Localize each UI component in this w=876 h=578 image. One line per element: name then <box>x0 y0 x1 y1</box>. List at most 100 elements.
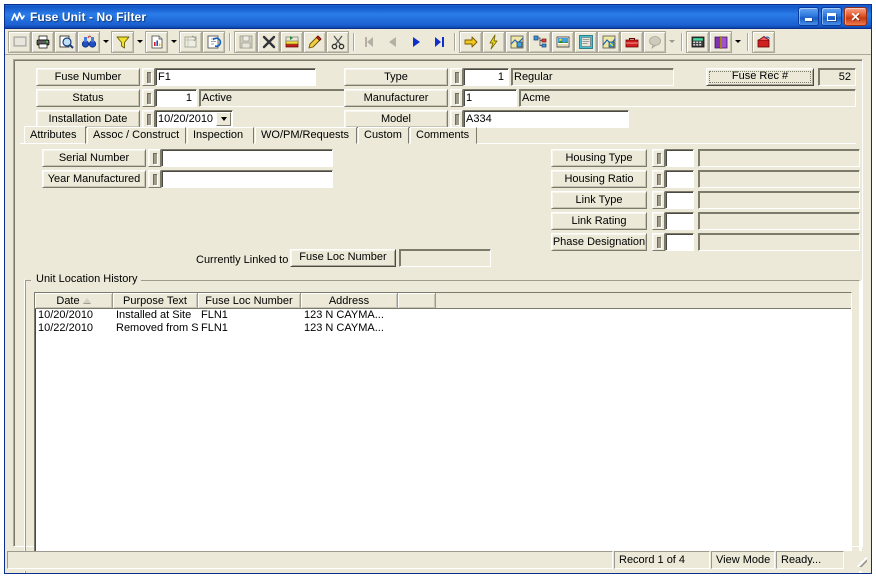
help-book-button[interactable] <box>709 30 732 53</box>
quick-action-button[interactable] <box>482 30 505 53</box>
link-rating-label: Link Rating <box>551 212 647 230</box>
calculator-button[interactable] <box>686 30 709 53</box>
goto-button[interactable] <box>459 30 482 53</box>
save-button[interactable] <box>234 30 257 53</box>
col-date[interactable]: Date <box>35 293 113 308</box>
table-row[interactable]: 10/20/2010 Installed at Site FLN1 123 N … <box>35 309 851 322</box>
status-bar: Record 1 of 4 View Mode Ready... <box>7 551 869 571</box>
edit-button[interactable] <box>303 30 326 53</box>
archive-button[interactable] <box>574 30 597 53</box>
tab-inspection[interactable]: Inspection <box>187 127 254 144</box>
tab-comments[interactable]: Comments <box>410 127 477 144</box>
link-rating-lookup-button[interactable] <box>652 212 665 230</box>
link-type-code-input[interactable] <box>665 191 694 209</box>
status-lookup-button[interactable] <box>142 89 155 107</box>
waveform-icon <box>10 9 26 25</box>
col-date-label: Date <box>56 294 80 307</box>
balloon-button[interactable] <box>643 30 666 53</box>
toolbox-button[interactable] <box>620 30 643 53</box>
phase-designation-lookup-button[interactable] <box>652 233 665 251</box>
maximize-button[interactable] <box>821 7 842 26</box>
unit-location-history-grid[interactable]: Date Purpose Text Fuse Loc Number Addres… <box>34 292 852 566</box>
hierarchy-button[interactable] <box>528 30 551 53</box>
status-code-input[interactable]: 1 <box>155 89 197 107</box>
tab-wo-pm-requests[interactable]: WO/PM/Requests <box>255 127 357 144</box>
screen-button[interactable] <box>8 30 31 53</box>
paint-button[interactable] <box>597 30 620 53</box>
cell-loc: FLN1 <box>201 322 228 334</box>
serial-number-lookup-button[interactable] <box>148 149 161 167</box>
close-button[interactable]: ✕ <box>844 7 867 26</box>
properties-button[interactable] <box>179 30 202 53</box>
fuse-number-input[interactable]: F1 <box>155 68 316 86</box>
report-button[interactable] <box>145 30 168 53</box>
balloon-dropdown-arrow[interactable] <box>666 31 677 53</box>
delete-button[interactable] <box>257 30 280 53</box>
previous-record-button[interactable] <box>381 31 404 53</box>
col-purpose-text[interactable]: Purpose Text <box>113 293 198 308</box>
next-record-button[interactable] <box>404 31 427 53</box>
housing-type-label: Housing Type <box>551 149 647 167</box>
map-button[interactable] <box>505 30 528 53</box>
housing-ratio-label: Housing Ratio <box>551 170 647 188</box>
tab-custom[interactable]: Custom <box>358 127 409 144</box>
fuse-loc-number-button[interactable]: Fuse Loc Number <box>290 249 396 267</box>
print-button[interactable] <box>31 30 54 53</box>
help-dropdown-arrow[interactable] <box>732 31 743 53</box>
tab-strip: Attributes Assoc / Construct Inspection … <box>20 126 856 144</box>
exit-button[interactable] <box>752 30 775 53</box>
housing-type-lookup-button[interactable] <box>652 149 665 167</box>
ready-indicator: Ready... <box>776 551 844 569</box>
fuse-number-label: Fuse Number <box>36 68 140 86</box>
fuse-loc-number-value <box>399 249 491 267</box>
last-record-button[interactable] <box>427 31 450 53</box>
year-manufactured-label: Year Manufactured <box>42 170 146 188</box>
housing-type-code-input[interactable] <box>665 149 694 167</box>
link-rating-code-input[interactable] <box>665 212 694 230</box>
first-record-button[interactable] <box>358 31 381 53</box>
cell-address: 123 N CAYMA... <box>304 322 384 334</box>
status-label: Status <box>36 89 140 107</box>
filter-button[interactable] <box>111 30 134 53</box>
col-address[interactable]: Address <box>301 293 398 308</box>
report-dropdown-arrow[interactable] <box>168 31 179 53</box>
tab-assoc-construct[interactable]: Assoc / Construct <box>87 127 186 144</box>
refresh-button[interactable] <box>202 30 225 53</box>
manufacturer-code-input[interactable]: 1 <box>463 89 517 107</box>
find-dropdown-arrow[interactable] <box>100 31 111 53</box>
find-button[interactable] <box>77 30 100 53</box>
table-row[interactable]: 10/22/2010 Removed from Site FLN1 123 N … <box>35 322 851 335</box>
minimize-button[interactable] <box>798 7 819 26</box>
fuse-unit-window: Fuse Unit - No Filter ✕ Fuse Number F1 S… <box>4 4 872 574</box>
close-icon: ✕ <box>850 9 861 24</box>
filter-dropdown-arrow[interactable] <box>134 31 145 53</box>
type-code-input[interactable]: 1 <box>463 68 509 86</box>
resize-grip[interactable] <box>855 551 869 569</box>
chevron-down-icon[interactable] <box>216 112 231 126</box>
fuse-number-lookup-button[interactable] <box>142 68 155 86</box>
housing-ratio-lookup-button[interactable] <box>652 170 665 188</box>
cut-button[interactable] <box>326 30 349 53</box>
image-button[interactable] <box>551 30 574 53</box>
col-fuse-loc-number[interactable]: Fuse Loc Number <box>198 293 301 308</box>
title-bar[interactable]: Fuse Unit - No Filter ✕ <box>5 5 871 29</box>
attributes-tab-page: Serial Number Year Manufactured Housing … <box>20 143 862 573</box>
year-manufactured-lookup-button[interactable] <box>148 170 161 188</box>
cell-date: 10/20/2010 <box>38 309 94 321</box>
col-blank[interactable] <box>398 293 436 308</box>
new-record-button[interactable] <box>280 30 303 53</box>
phase-designation-code-input[interactable] <box>665 233 694 251</box>
serial-number-input[interactable] <box>161 149 333 167</box>
currently-linked-caption: Currently Linked to <box>196 254 289 266</box>
manufacturer-lookup-button[interactable] <box>450 89 463 107</box>
print-preview-button[interactable] <box>54 30 77 53</box>
fuse-rec-button[interactable]: Fuse Rec # <box>706 68 814 86</box>
housing-ratio-description <box>698 170 860 188</box>
minimize-icon <box>805 17 812 21</box>
tab-attributes[interactable]: Attributes <box>24 126 86 144</box>
separator-3 <box>454 32 455 51</box>
link-type-lookup-button[interactable] <box>652 191 665 209</box>
housing-ratio-code-input[interactable] <box>665 170 694 188</box>
type-lookup-button[interactable] <box>450 68 463 86</box>
year-manufactured-input[interactable] <box>161 170 333 188</box>
